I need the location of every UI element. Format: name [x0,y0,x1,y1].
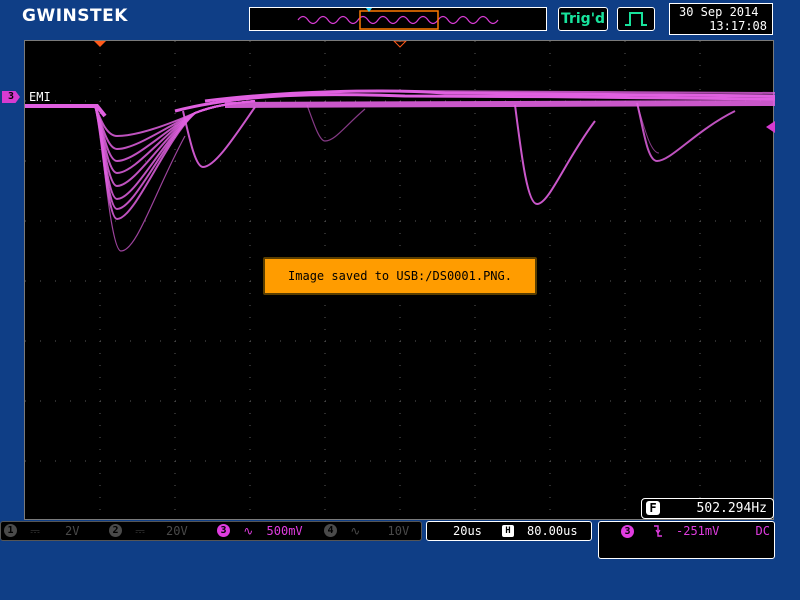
ac-coupling-icon: ∿ [243,524,254,538]
dc-coupling-icon: ⎓ [135,524,145,538]
ch2-status[interactable]: 2 ⎓ 20V [109,522,188,540]
save-notification: Image saved to USB:/DS0001.PNG. [263,257,537,295]
ch4-number: 4 [324,524,337,537]
ch3-waveform [25,89,775,252]
brand-logo: GWINSTEK [22,6,128,26]
ch1-status[interactable]: 1 ⎓ 2V [4,522,80,540]
channel-status-bar: 1 ⎓ 2V 2 ⎓ 20V 3 ∿ 500mV 4 ∿ 10V [0,521,422,541]
ch1-scale: 2V [65,524,80,538]
ch3-ground-marker[interactable]: 3 [2,91,20,103]
trigger-readout[interactable]: 3 -251mV DC [598,521,775,559]
channel-label: EMI [27,90,53,104]
ch2-scale: 20V [166,524,188,538]
ch3-number: 3 [217,524,230,537]
acquire-mode-icon[interactable] [617,7,655,31]
ch4-scale: 10V [387,524,410,538]
ch3-status[interactable]: 3 ∿ 500mV [217,522,303,540]
trigger-level: -251mV [676,524,720,538]
frequency-readout: F 502.294Hz [641,498,774,519]
time: 13:17:08 [709,19,767,33]
timebase-readout[interactable]: 20us H 80.00us [426,521,592,541]
falling-edge-icon [651,522,665,545]
trigger-status: Trig'd [558,7,608,31]
waveform-overview[interactable] [249,7,547,31]
date-time: 30 Sep 2014 13:17:08 [669,3,773,35]
ch2-number: 2 [109,524,122,537]
timebase-scale: 20us [453,524,482,538]
ac-coupling-icon: ∿ [350,524,361,538]
trigger-coupling: DC [755,524,770,538]
date: 30 Sep 2014 [679,5,759,19]
horizontal-position-icon: H [502,525,514,537]
frequency-value: 502.294Hz [696,501,767,516]
trigger-source: 3 [621,525,634,538]
dc-coupling-icon: ⎓ [30,524,40,538]
ch4-status[interactable]: 4 ∿ 10V [324,522,409,540]
ch3-scale: 500mV [266,524,303,538]
frequency-icon: F [646,501,660,515]
ch1-number: 1 [4,524,17,537]
trigger-position-marker [94,41,106,47]
horizontal-position: 80.00us [527,524,578,538]
